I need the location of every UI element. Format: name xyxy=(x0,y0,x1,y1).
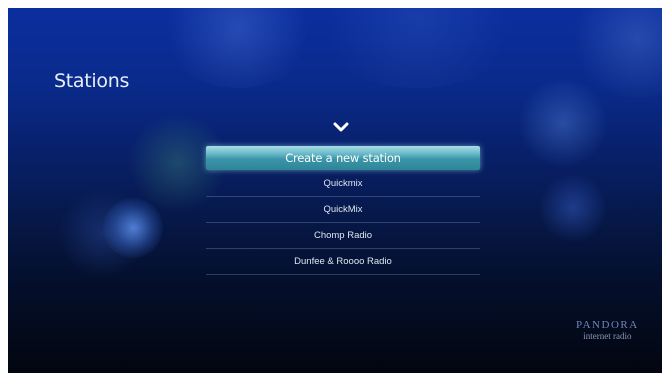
station-item-dunfee-roooo-radio[interactable]: Dunfee & Roooo Radio xyxy=(206,249,480,275)
station-item-quickmix-2[interactable]: QuickMix xyxy=(206,197,480,223)
station-item-chomp-radio[interactable]: Chomp Radio xyxy=(206,223,480,249)
chevron-down-icon[interactable] xyxy=(332,120,350,134)
logo-tagline: internet radio xyxy=(583,331,632,341)
bokeh-light xyxy=(568,8,662,98)
bokeh-light xyxy=(308,8,528,88)
bokeh-light xyxy=(103,198,163,258)
bokeh-light xyxy=(58,188,148,278)
bokeh-light xyxy=(158,8,318,88)
bokeh-light xyxy=(538,173,608,243)
stations-screen: Stations Create a new station Quickmix Q… xyxy=(8,8,662,373)
page-title: Stations xyxy=(54,70,130,92)
bokeh-light xyxy=(518,78,608,168)
create-station-button[interactable]: Create a new station xyxy=(206,146,480,170)
station-item-quickmix[interactable]: Quickmix xyxy=(206,171,480,197)
pandora-logo: PANDORA internet radio xyxy=(576,320,639,342)
station-list: Create a new station Quickmix QuickMix C… xyxy=(206,146,480,275)
logo-wordmark: PANDORA xyxy=(576,319,639,331)
